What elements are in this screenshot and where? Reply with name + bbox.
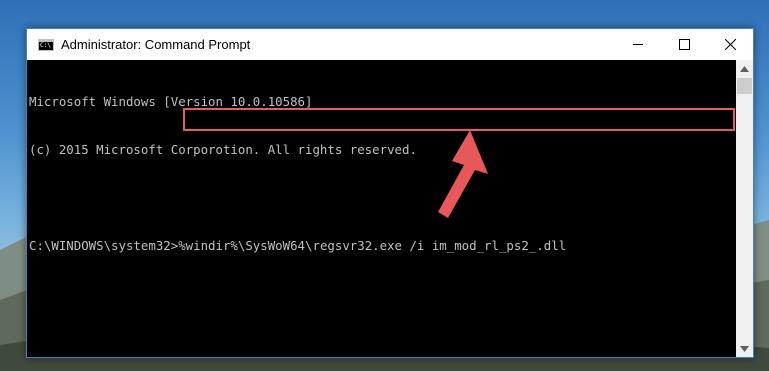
title-bar[interactable]: C:\ Administrator: Command Prompt xyxy=(27,29,753,60)
chevron-up-icon xyxy=(740,65,749,72)
console-output[interactable]: Microsoft Windows [Version 10.0.10586] (… xyxy=(27,60,736,357)
console-command-line: C:\WINDOWS\system32>%windir%\SysWoW64\re… xyxy=(29,238,736,254)
scroll-down-button[interactable] xyxy=(736,340,753,357)
minimize-button[interactable] xyxy=(615,29,661,60)
console-command: %windir%\SysWoW64\regsvr32.exe /i im_mod… xyxy=(178,238,567,253)
maximize-icon xyxy=(678,39,690,50)
pointer-arrow-icon xyxy=(438,130,488,218)
cmd-icon: C:\ xyxy=(38,38,54,51)
close-icon xyxy=(724,39,736,50)
console-prompt: C:\WINDOWS\system32> xyxy=(29,238,179,253)
window-title: Administrator: Command Prompt xyxy=(61,37,251,52)
console-line: (c) 2015 Microsoft Corporotion. All righ… xyxy=(29,142,417,157)
close-button[interactable] xyxy=(707,29,753,60)
maximize-button[interactable] xyxy=(661,29,707,60)
command-prompt-window[interactable]: C:\ Administrator: Command Prompt Micros… xyxy=(26,28,754,358)
minimize-icon xyxy=(632,44,643,45)
scroll-thumb[interactable] xyxy=(737,78,752,94)
chevron-down-icon xyxy=(740,345,749,352)
vertical-scrollbar[interactable] xyxy=(736,60,753,357)
scroll-up-button[interactable] xyxy=(736,60,753,77)
command-highlight-box xyxy=(183,108,735,131)
window-controls xyxy=(615,29,753,60)
